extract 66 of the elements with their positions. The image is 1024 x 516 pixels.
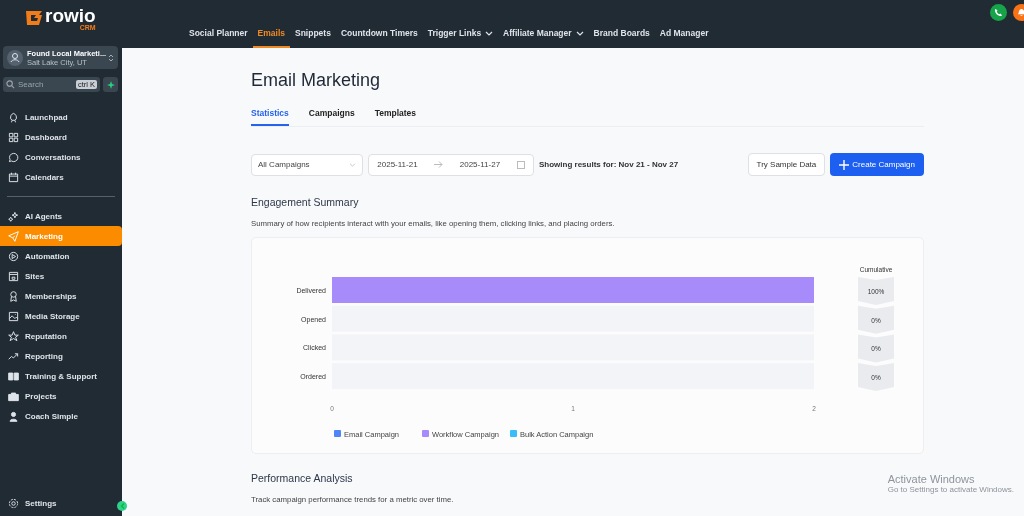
nav-tab[interactable]: Emails	[252, 28, 290, 48]
sidebar-item[interactable]: AI Agents	[0, 206, 122, 226]
bell-icon	[1017, 8, 1024, 17]
send-icon	[8, 230, 19, 242]
sidebar-item[interactable]: Launchpad	[0, 107, 122, 127]
sparkle-icon	[8, 210, 19, 222]
nav-tab[interactable]: Snippets	[290, 28, 336, 48]
sidebar-item[interactable]: Sites	[0, 266, 122, 286]
sidebar-item[interactable]: Automation	[0, 246, 122, 266]
activation-text: Go to Settings to activate Windows.	[887, 485, 1014, 494]
location-avatar-icon	[7, 49, 23, 66]
chat-bubble-icon	[8, 151, 19, 163]
create-campaign-button[interactable]: Create Campaign	[830, 153, 924, 176]
logo-text: rowio	[45, 7, 96, 24]
caret-icon	[575, 30, 584, 36]
chevron-left-icon	[119, 503, 125, 509]
nav-tab[interactable]: Social Planner	[184, 28, 253, 48]
section-title: Engagement Summary	[251, 196, 360, 208]
tab[interactable]: Campaigns	[308, 108, 355, 126]
sidebar-item[interactable]: Dashboard	[0, 127, 122, 147]
collapse-button[interactable]	[117, 501, 127, 511]
nav-tab[interactable]: Ad Manager	[654, 28, 714, 48]
nav-tab[interactable]: Trigger Links	[422, 28, 499, 48]
sidebar-item[interactable]: Training & Support	[0, 366, 122, 386]
gear-icon	[8, 497, 19, 509]
nav-tab[interactable]: Countdown Timers	[335, 28, 423, 48]
section-title: Performance Analysis	[251, 472, 353, 484]
date-range-field[interactable]: 2025-11-21 2025-11-27	[368, 153, 534, 176]
image-icon	[8, 310, 19, 322]
ribbon-icon	[8, 290, 19, 302]
browser-icon	[8, 270, 19, 282]
page-title: Email Marketing	[251, 70, 382, 91]
tab[interactable]: Templates	[374, 108, 417, 126]
sidebar-item[interactable]: Media Storage	[0, 306, 122, 326]
trend-line-icon	[8, 350, 19, 362]
sparkle-icon	[106, 80, 115, 89]
search-input[interactable]: Search	[18, 80, 73, 89]
sidebar-item[interactable]: Reporting	[0, 346, 122, 366]
grid-icon	[8, 131, 19, 143]
sidebar-item[interactable]: Conversations	[0, 147, 122, 167]
person-icon	[8, 410, 19, 422]
chevron-down-icon	[349, 162, 356, 167]
search-icon	[6, 80, 15, 89]
sidebar-item[interactable]: Memberships	[0, 286, 122, 306]
book-icon	[8, 370, 19, 382]
arrow-right-icon	[434, 161, 444, 168]
results-range-text: Showing results for: Nov 21 - Nov 27	[539, 160, 679, 169]
quick-action-button[interactable]	[103, 77, 118, 92]
campaign-select[interactable]: All Campaigns	[251, 153, 363, 176]
nav-tab[interactable]: Affiliate Manager	[498, 28, 589, 48]
star-icon	[8, 330, 19, 342]
caret-icon	[485, 30, 494, 36]
tab[interactable]: Statistics	[251, 108, 289, 126]
sample-data-button[interactable]: Try Sample Data	[747, 153, 826, 176]
sidebar-item[interactable]: Reputation	[0, 326, 122, 346]
chevron-updown-icon	[108, 52, 114, 63]
sidebar-item[interactable]: Coach Simple	[0, 406, 122, 426]
sidebar-item[interactable]: Calendars	[0, 167, 122, 187]
phone-icon	[994, 8, 1003, 17]
briefcase-icon	[8, 390, 19, 402]
activation-title: Activate Windows	[887, 473, 976, 485]
plus-icon	[839, 159, 850, 170]
sidebar-item[interactable]: Settings	[0, 493, 114, 513]
phone-button[interactable]	[990, 4, 1007, 21]
nav-tab[interactable]: Brand Boards	[588, 28, 655, 48]
sidebar-item[interactable]: Projects	[0, 386, 122, 406]
